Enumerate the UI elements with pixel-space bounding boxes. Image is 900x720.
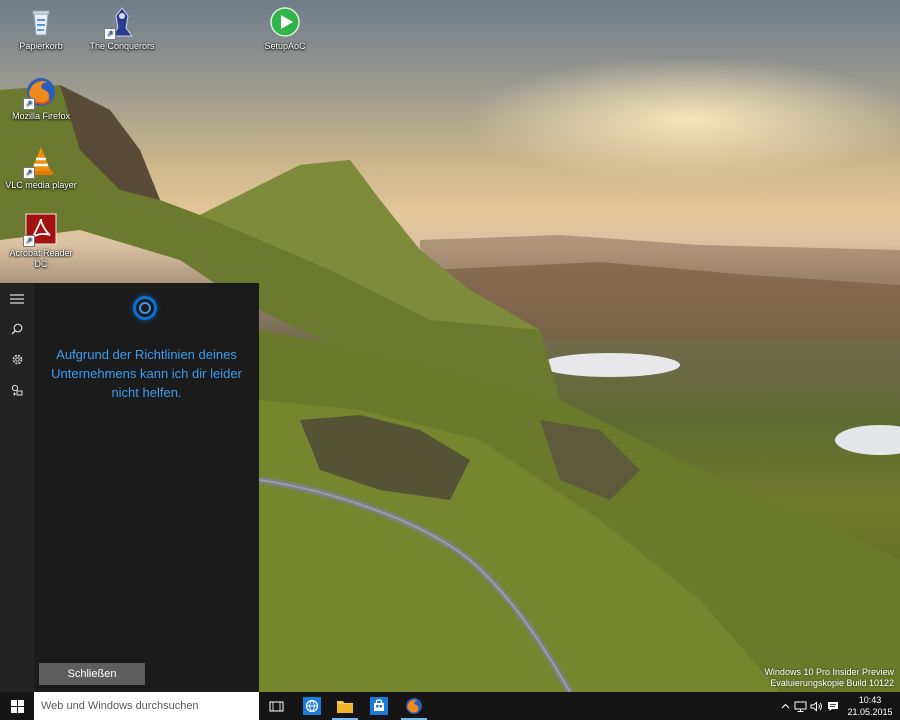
cortana-panel: Aufgrund der Richtlinien deines Unterneh… xyxy=(0,283,259,692)
shortcut-arrow-icon: ↗ xyxy=(23,235,35,247)
desktop-icon-label: Acrobat Reader DC xyxy=(9,248,73,269)
taskbar-app-file-explorer[interactable] xyxy=(328,692,362,720)
clock-date: 21.05.2015 xyxy=(847,707,893,717)
taskbar-clock[interactable]: 10:43 21.05.2015 xyxy=(840,694,900,718)
taskbar: Web und Windows durchsuchen 10:43 21.05.… xyxy=(0,692,900,720)
clock-time: 10:43 xyxy=(858,695,882,705)
taskbar-app-firefox[interactable] xyxy=(397,692,431,720)
desktop-icon-label: VLC media player xyxy=(5,180,77,190)
build-watermark: Windows 10 Pro Insider Preview Evaluieru… xyxy=(764,667,894,689)
store-icon xyxy=(370,697,388,715)
desktop-icon-label: The Conquerors xyxy=(89,41,155,51)
taskbar-app-edge[interactable] xyxy=(295,692,329,720)
recycle-bin-icon xyxy=(25,6,57,38)
desktop-icon-vlc[interactable]: ↗ VLC media player xyxy=(3,145,79,191)
watermark-line: Evaluierungskopie Build 10122 xyxy=(770,678,894,688)
shortcut-arrow-icon: ↗ xyxy=(23,98,35,110)
close-button[interactable]: Schließen xyxy=(39,663,145,685)
desktop-icon-the-conquerors[interactable]: ↗ The Conquerors xyxy=(84,6,160,52)
desktop-icon-label: SetupAoC xyxy=(264,41,306,51)
file-explorer-icon xyxy=(337,701,353,713)
watermark-line: Windows 10 Pro Insider Preview xyxy=(764,667,894,677)
taskbar-app-store[interactable] xyxy=(362,692,396,720)
search-input[interactable]: Web und Windows durchsuchen xyxy=(34,692,259,720)
desktop-icon-recycle-bin[interactable]: Papierkorb xyxy=(3,6,79,52)
windows-logo-icon xyxy=(10,699,24,713)
conquerors-icon: ↗ xyxy=(104,6,138,40)
firefox-icon: ↗ xyxy=(23,76,57,110)
hamburger-menu-icon[interactable] xyxy=(0,284,34,314)
edge-globe-icon xyxy=(303,697,321,715)
setup-play-icon xyxy=(269,6,301,38)
gear-icon[interactable] xyxy=(0,344,34,374)
vlc-icon: ↗ xyxy=(23,145,57,179)
desktop-icon-label: Mozilla Firefox xyxy=(11,111,70,121)
desktop-icon-label: Papierkorb xyxy=(19,41,63,51)
task-view-icon xyxy=(269,701,283,711)
action-center-icon[interactable] xyxy=(826,692,840,720)
acrobat-icon: ↗ xyxy=(23,213,57,247)
network-icon[interactable] xyxy=(793,692,808,720)
cortana-logo-icon xyxy=(133,296,157,320)
search-icon[interactable] xyxy=(0,314,34,344)
cortana-rail xyxy=(0,283,34,692)
shortcut-arrow-icon: ↗ xyxy=(23,167,35,179)
feedback-icon[interactable] xyxy=(0,375,34,405)
chevron-up-icon[interactable] xyxy=(778,692,792,720)
cortana-message: Aufgrund der Richtlinien deines Unterneh… xyxy=(51,347,242,400)
desktop-icon-setupaoc[interactable]: SetupAoC xyxy=(247,6,323,52)
volume-icon[interactable] xyxy=(809,692,824,720)
desktop-icon-firefox[interactable]: ↗ Mozilla Firefox xyxy=(3,76,79,122)
desktop-icon-acrobat[interactable]: ↗ Acrobat Reader DC xyxy=(3,213,79,270)
start-button[interactable] xyxy=(0,692,34,720)
firefox-icon xyxy=(406,698,422,714)
task-view-button[interactable] xyxy=(259,692,293,720)
shortcut-arrow-icon: ↗ xyxy=(104,28,116,40)
